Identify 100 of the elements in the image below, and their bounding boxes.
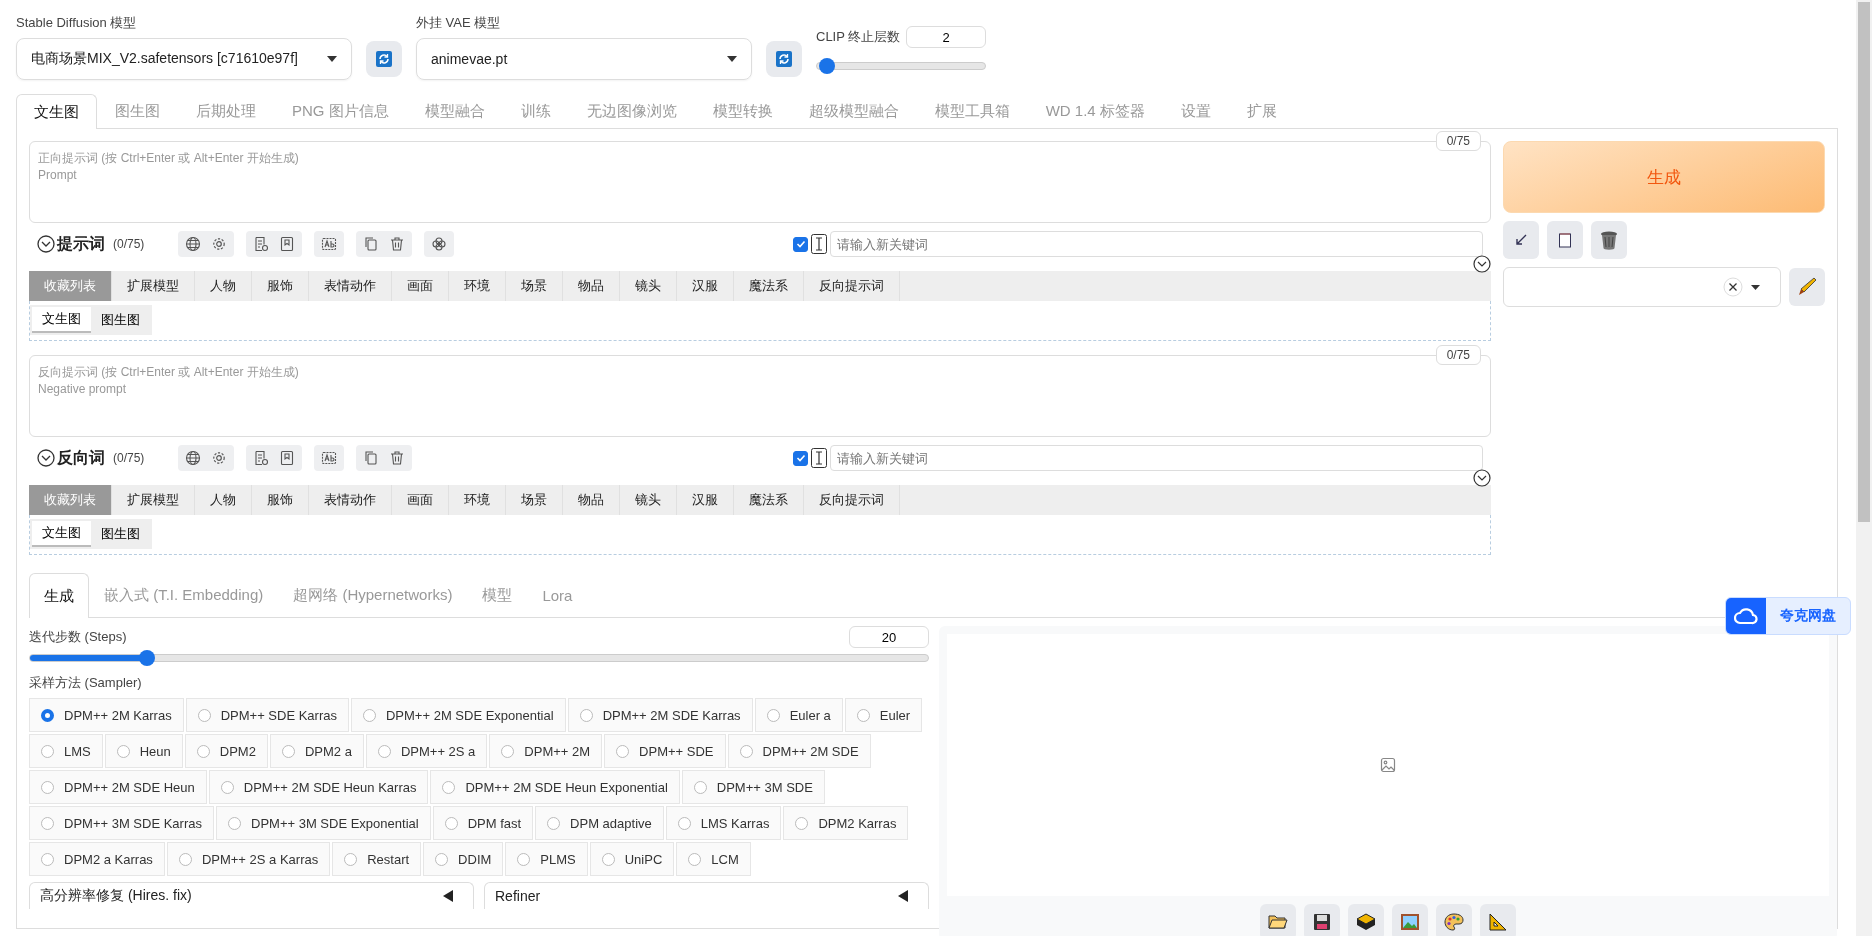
sampler-option[interactable]: LCM xyxy=(676,842,751,876)
sampler-option[interactable]: DPM++ 3M SDE xyxy=(681,770,825,804)
scrollbar-thumb[interactable] xyxy=(1858,2,1870,522)
tab[interactable]: 生成 xyxy=(29,573,89,618)
model-dropdown[interactable]: 电商场景MIX_V2.safetensors [c71610e97f] xyxy=(16,38,352,80)
radio-button[interactable] xyxy=(693,780,707,794)
archive-icon[interactable] xyxy=(1348,904,1384,936)
notepad-icon[interactable] xyxy=(1547,221,1583,259)
radio-button[interactable] xyxy=(856,708,870,722)
radio-button[interactable] xyxy=(220,780,234,794)
sampler-option[interactable]: DDIM xyxy=(423,842,504,876)
expand-icon[interactable] xyxy=(1473,255,1491,273)
sampler-option[interactable]: DPM++ 2S a xyxy=(365,734,488,768)
clear-icon[interactable] xyxy=(1723,277,1743,297)
radio-button[interactable] xyxy=(281,744,295,758)
sampler-option[interactable]: LMS Karras xyxy=(665,806,782,840)
sampler-option[interactable]: DPM2 xyxy=(184,734,268,768)
radio-button[interactable] xyxy=(41,816,54,830)
checkbox[interactable] xyxy=(793,236,808,252)
radio-button[interactable] xyxy=(178,852,192,866)
sampler-option[interactable]: DPM++ SDE Karras xyxy=(185,698,349,732)
slider-thumb[interactable] xyxy=(138,650,155,666)
checkbox[interactable] xyxy=(793,450,808,466)
field-label: 迭代步数 (Steps) xyxy=(29,628,127,646)
collapse-icon[interactable] xyxy=(37,235,55,253)
sampler-option[interactable]: Euler xyxy=(844,698,923,732)
radio-button[interactable] xyxy=(196,744,210,758)
radio-button[interactable] xyxy=(517,852,531,866)
radio-button[interactable] xyxy=(579,708,593,722)
radio-button[interactable] xyxy=(601,852,615,866)
sampler-option[interactable]: UniPC xyxy=(589,842,675,876)
expand-icon[interactable] xyxy=(1473,469,1491,487)
sampler-option[interactable]: DPM++ SDE xyxy=(604,734,726,768)
tab[interactable]: 文生图 xyxy=(16,94,97,129)
sub-tab[interactable]: 文生图 xyxy=(32,307,91,333)
sampler-option[interactable]: Heun xyxy=(104,734,183,768)
trash-icon[interactable] xyxy=(1591,221,1627,259)
model-dropdown[interactable]: animevae.pt xyxy=(416,38,752,80)
slider-thumb[interactable] xyxy=(819,58,836,74)
refresh-button[interactable] xyxy=(766,41,802,77)
cloud-drive-badge[interactable]: 夸克网盘 xyxy=(1725,597,1851,635)
sampler-option[interactable]: DPM++ 2S a Karras xyxy=(166,842,331,876)
refresh-button[interactable] xyxy=(366,41,402,77)
sampler-option[interactable]: Restart xyxy=(332,842,422,876)
radio-button[interactable] xyxy=(41,708,54,722)
accordion-header[interactable]: Refiner xyxy=(484,882,929,909)
radio-button[interactable] xyxy=(41,780,54,794)
folder-icon[interactable] xyxy=(1260,904,1296,936)
accordion-header[interactable]: 高分辨率修复 (Hires. fix) xyxy=(29,882,474,909)
collapse-icon[interactable] xyxy=(37,449,55,467)
radio-button[interactable] xyxy=(442,780,456,794)
keyword-field[interactable]: 请输入新关键词 xyxy=(830,231,1483,257)
sampler-option[interactable]: DPM++ 2M SDE Heun Karras xyxy=(208,770,429,804)
sampler-option[interactable]: DPM2 a Karras xyxy=(29,842,165,876)
sampler-option[interactable]: DPM fast xyxy=(432,806,534,840)
sampler-option[interactable]: LMS xyxy=(29,734,103,768)
radio-button[interactable] xyxy=(688,852,702,866)
radio-button[interactable] xyxy=(228,816,241,830)
radio-button[interactable] xyxy=(41,744,54,758)
radio-button[interactable] xyxy=(616,744,630,758)
radio-button[interactable] xyxy=(435,852,449,866)
sub-tab[interactable]: 图生图 xyxy=(91,307,150,333)
sampler-option[interactable]: DPM2 Karras xyxy=(783,806,909,840)
sampler-option[interactable]: DPM++ 2M SDE Exponential xyxy=(351,698,566,732)
sampler-option[interactable]: DPM2 a xyxy=(269,734,364,768)
number-field[interactable]: 2 xyxy=(906,26,986,48)
radio-button[interactable] xyxy=(444,816,458,830)
sub-tab[interactable]: 图生图 xyxy=(91,521,150,547)
radio-button[interactable] xyxy=(547,816,561,830)
radio-button[interactable] xyxy=(344,852,358,866)
sampler-option[interactable]: PLMS xyxy=(505,842,588,876)
radio-button[interactable] xyxy=(41,852,54,866)
sampler-option[interactable]: DPM++ 2M SDE xyxy=(727,734,871,768)
save-icon[interactable] xyxy=(1304,904,1340,936)
set-square-icon[interactable] xyxy=(1480,904,1516,936)
radio-button[interactable] xyxy=(795,816,809,830)
radio-button[interactable] xyxy=(501,744,515,758)
sampler-option[interactable]: DPM++ 2M xyxy=(489,734,603,768)
sampler-option[interactable]: DPM++ 3M SDE Karras xyxy=(29,806,214,840)
radio-button[interactable] xyxy=(197,708,211,722)
radio-button[interactable] xyxy=(116,744,130,758)
sampler-option[interactable]: DPM++ 2M SDE Heun xyxy=(29,770,207,804)
palette-icon[interactable] xyxy=(1436,904,1472,936)
sampler-option[interactable]: DPM++ 2M SDE Karras xyxy=(567,698,753,732)
sampler-option[interactable]: DPM++ 2M SDE Heun Exponential xyxy=(430,770,680,804)
sampler-option[interactable]: DPM++ 3M SDE Exponential xyxy=(216,806,431,840)
sampler-option[interactable]: Euler a xyxy=(754,698,843,732)
sub-tab[interactable]: 文生图 xyxy=(32,521,91,547)
radio-button[interactable] xyxy=(739,744,753,758)
radio-button[interactable] xyxy=(766,708,780,722)
framed-picture-icon[interactable] xyxy=(1392,904,1428,936)
radio-button[interactable] xyxy=(363,708,376,722)
number-field[interactable]: 20 xyxy=(849,626,929,648)
keyword-field[interactable]: 请输入新关键词 xyxy=(830,445,1483,471)
radio-button[interactable] xyxy=(377,744,391,758)
sampler-option[interactable]: DPM++ 2M Karras xyxy=(29,698,184,732)
sampler-option[interactable]: DPM adaptive xyxy=(535,806,664,840)
pencil-icon[interactable] xyxy=(1789,268,1825,306)
radio-button[interactable] xyxy=(677,816,691,830)
token-counter: 0/75 xyxy=(1435,345,1481,365)
